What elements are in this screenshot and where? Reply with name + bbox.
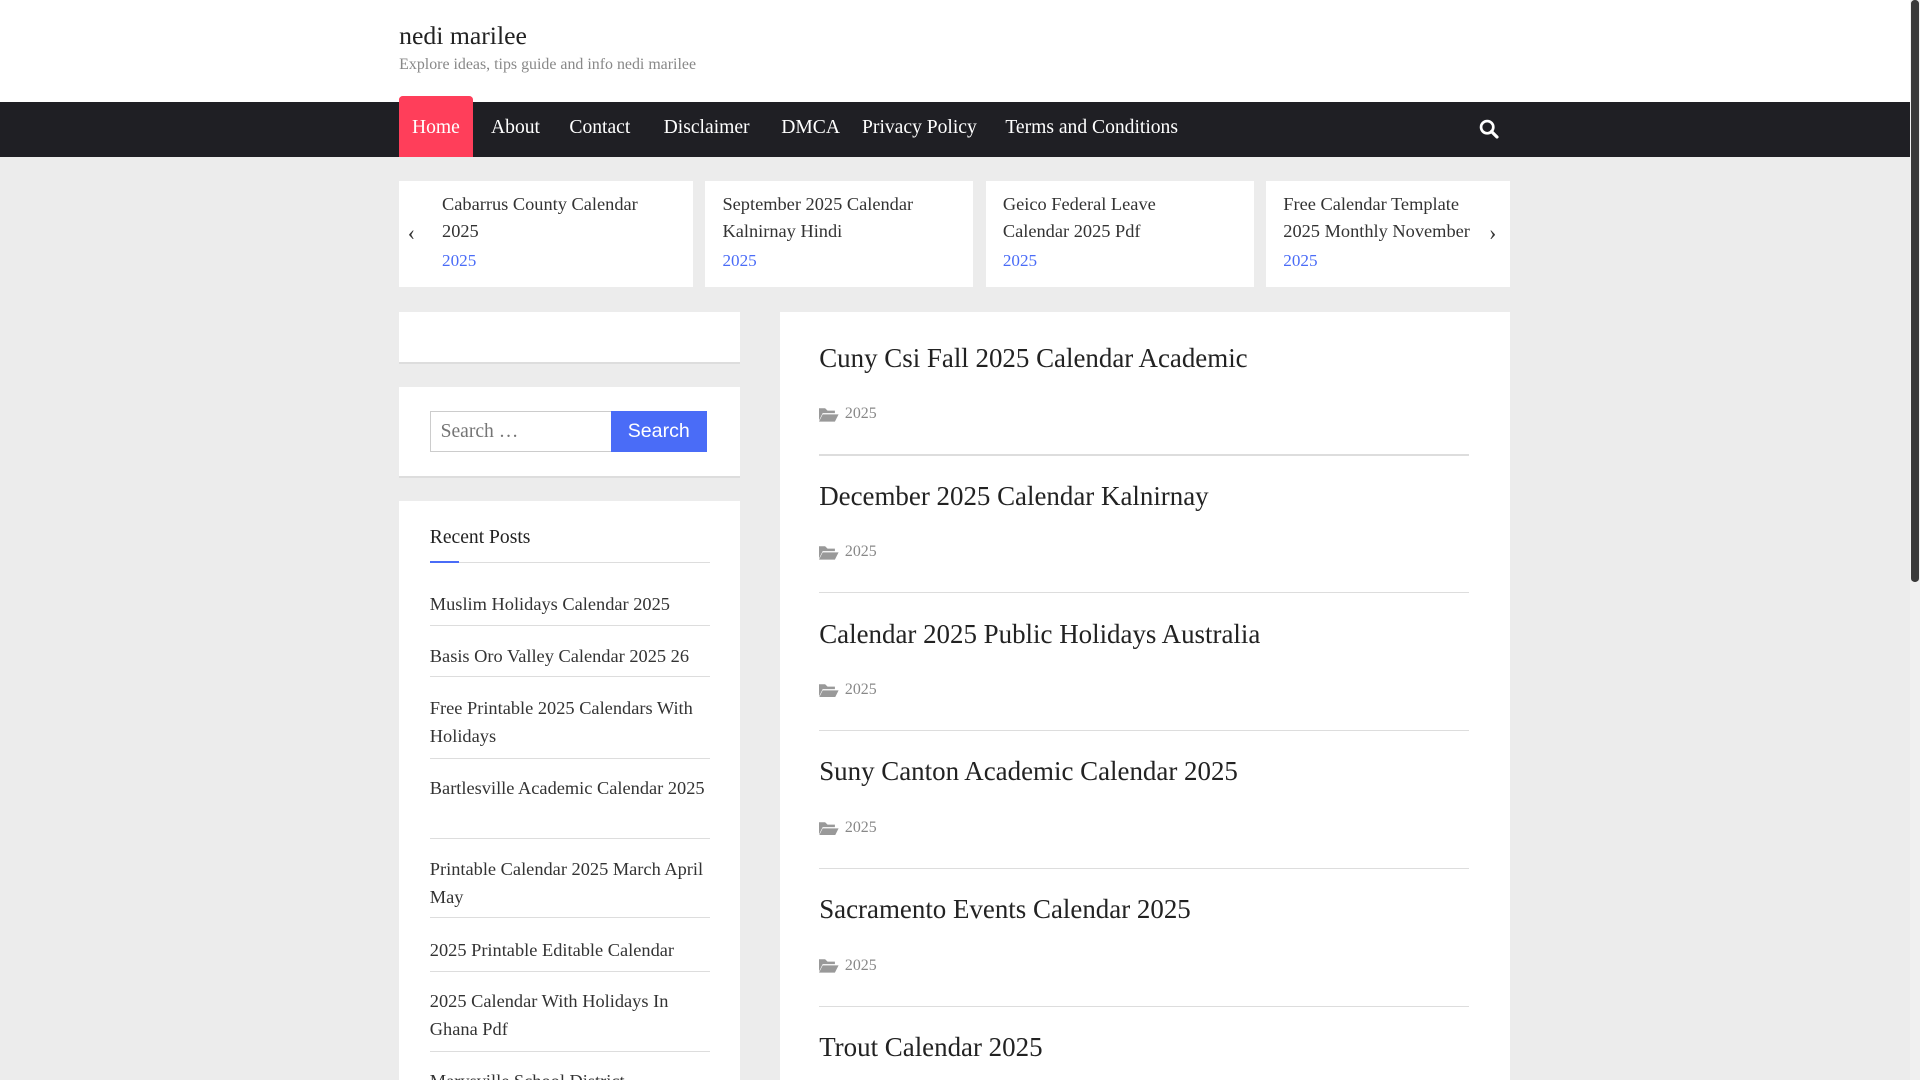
search-button[interactable]: Search xyxy=(611,411,707,452)
post-category-link[interactable]: 2025 xyxy=(845,819,877,837)
folder-open-icon xyxy=(819,408,839,422)
search-input[interactable] xyxy=(429,411,613,452)
slider-card-category[interactable]: 2025 xyxy=(1283,251,1317,271)
post-title[interactable]: Cuny Csi Fall 2025 Calendar Academic xyxy=(819,343,1247,374)
post-title[interactable]: Trout Calendar 2025 xyxy=(819,1032,1042,1063)
scrollbar-thumb[interactable] xyxy=(1911,0,1919,582)
post-title[interactable]: Calendar 2025 Public Holidays Australia xyxy=(819,619,1260,650)
folder-open-icon xyxy=(819,683,839,698)
divider xyxy=(819,592,1470,594)
recent-post-link[interactable]: Muslim Holidays Calendar 2025 xyxy=(429,590,711,626)
post-category: 2025 xyxy=(819,405,877,423)
divider xyxy=(819,454,1470,456)
search-icon[interactable] xyxy=(1478,118,1500,140)
post-category-link[interactable]: 2025 xyxy=(845,957,877,975)
nav-about[interactable]: About xyxy=(491,102,540,157)
slider-card[interactable]: Geico Federal Leave Calendar 2025 Pdf 202… xyxy=(985,181,1254,287)
slider-card-title[interactable]: September 2025 Calendar Kalnirnay Hindi xyxy=(722,191,942,245)
folder-open-icon xyxy=(819,546,839,560)
post-category: 2025 xyxy=(819,819,877,837)
nav-home[interactable]: Home xyxy=(399,95,473,157)
nav-dmca[interactable]: DMCA xyxy=(781,102,840,157)
recent-post-link[interactable]: Free Printable 2025 Calendars With Holid… xyxy=(429,694,711,760)
post-category-link[interactable]: 2025 xyxy=(845,405,877,423)
slider-card-category[interactable]: 2025 xyxy=(442,251,476,271)
post-category-link[interactable]: 2025 xyxy=(845,681,877,699)
post-category-link[interactable]: 2025 xyxy=(845,543,877,561)
divider xyxy=(819,867,1470,870)
recent-post-link[interactable]: 2025 Calendar With Holidays In Ghana Pdf xyxy=(429,987,711,1052)
slider-prev-icon[interactable]: ‹ xyxy=(408,220,415,246)
post-title[interactable]: December 2025 Calendar Kalnirnay xyxy=(819,481,1208,512)
posts-list xyxy=(780,312,1510,1080)
divider xyxy=(819,730,1470,732)
scrollbar[interactable] xyxy=(1910,0,1920,1080)
site-tagline: Explore ideas, tips guide and info nedi … xyxy=(399,56,697,74)
recent-post-link[interactable]: 2025 Printable Editable Calendar xyxy=(429,936,711,973)
slider-card-title[interactable]: Free Calendar Template 2025 Monthly Nove… xyxy=(1283,191,1479,245)
folder-open-icon xyxy=(819,959,839,974)
divider xyxy=(819,1005,1470,1008)
recent-post-link[interactable]: Basis Oro Valley Calendar 2025 26 xyxy=(429,642,711,678)
slider-card-category[interactable]: 2025 xyxy=(1003,251,1037,271)
recent-posts-title: Recent Posts xyxy=(429,526,531,548)
nav-terms[interactable]: Terms and Conditions xyxy=(1005,102,1178,157)
post-category: 2025 xyxy=(819,681,877,699)
slider-card[interactable]: Free Calendar Template 2025 Monthly Nove… xyxy=(1266,181,1510,287)
nav-privacy-policy[interactable]: Privacy Policy xyxy=(862,102,977,157)
folder-open-icon xyxy=(819,821,839,836)
site-title[interactable]: nedi marilee xyxy=(399,21,527,51)
slider-next-icon[interactable]: › xyxy=(1489,220,1496,246)
slider-card[interactable]: September 2025 Calendar Kalnirnay Hindi 2… xyxy=(705,181,974,287)
main-nav: About Contact Disclaimer DMCA Privacy Po… xyxy=(0,101,1911,157)
recent-post-link[interactable]: Printable Calendar 2025 March April May xyxy=(429,855,711,919)
slider-card-category[interactable]: 2025 xyxy=(722,251,756,271)
slider-card-title[interactable]: Cabarrus County Calendar 2025 xyxy=(442,191,662,245)
post-category: 2025 xyxy=(819,543,877,561)
site-header: nedi marilee Explore ideas, tips guide a… xyxy=(0,0,1911,102)
recent-post-link[interactable]: Bartlesville Academic Calendar 2025 xyxy=(429,774,711,839)
divider xyxy=(429,560,711,564)
recent-post-link[interactable]: Marysville School District xyxy=(430,1067,710,1080)
post-title[interactable]: Sacramento Events Calendar 2025 xyxy=(819,894,1191,925)
sidebar-empty-widget xyxy=(399,312,740,364)
nav-contact[interactable]: Contact xyxy=(569,102,630,157)
post-title[interactable]: Suny Canton Academic Calendar 2025 xyxy=(819,756,1238,787)
post-category: 2025 xyxy=(819,957,877,975)
nav-disclaimer[interactable]: Disclaimer xyxy=(664,102,750,157)
slider-card[interactable]: Cabarrus County Calendar 2025 2025 xyxy=(399,181,694,287)
slider-card-title[interactable]: Geico Federal Leave Calendar 2025 Pdf xyxy=(1003,191,1223,245)
